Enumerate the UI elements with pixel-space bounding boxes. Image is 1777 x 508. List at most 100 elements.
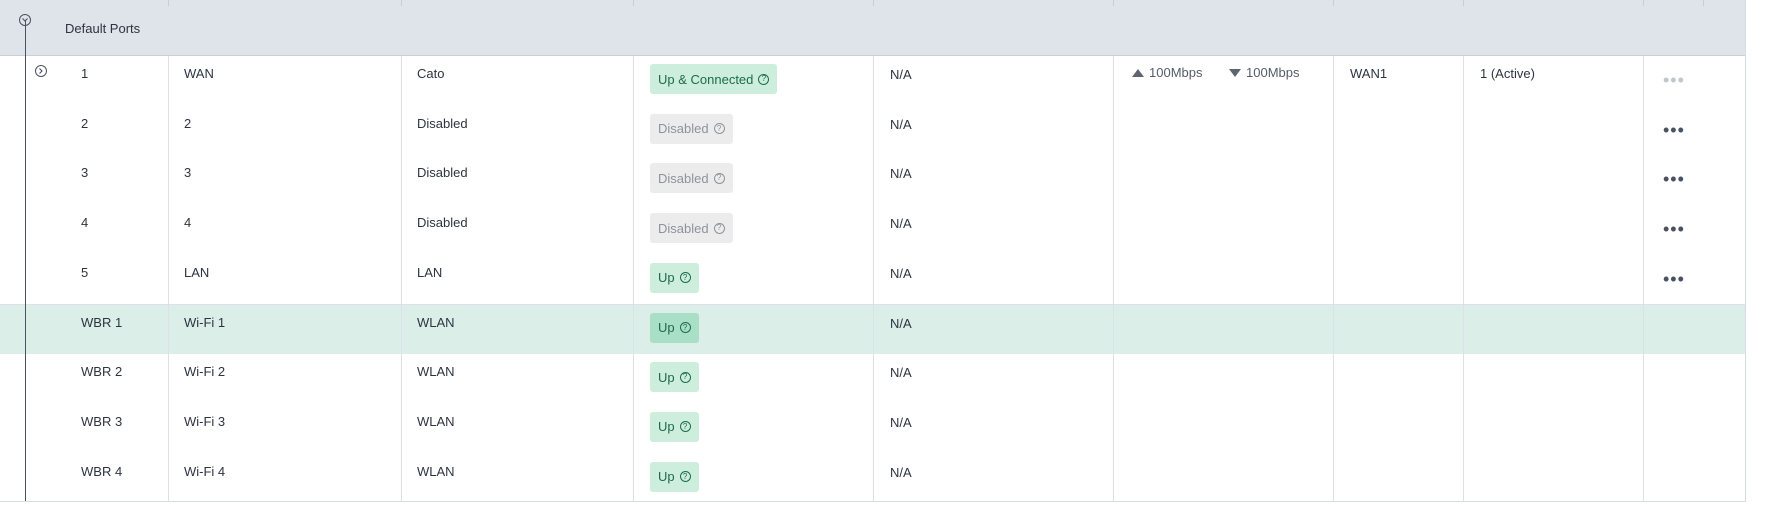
connection-info: N/A (890, 464, 912, 480)
column-divider (1113, 56, 1114, 106)
wan-interface: WAN1 (1350, 66, 1388, 81)
port-id: WBR 3 (81, 413, 123, 429)
more-horizontal-icon[interactable]: ••• (1663, 220, 1685, 238)
question-circle-icon[interactable]: ? (758, 73, 770, 85)
table-row[interactable]: WBR 1 Wi-Fi 1 WLAN Up? N/A (0, 304, 1745, 356)
status-label: Disabled (658, 121, 709, 137)
status-label: Up (658, 469, 675, 485)
status-badge: Disabled? (650, 163, 733, 194)
group-title: Default Ports (65, 21, 141, 36)
question-circle-icon[interactable]: ? (713, 222, 725, 234)
port-id: WBR 4 (81, 463, 123, 479)
column-divider (168, 354, 169, 404)
column-divider (633, 304, 634, 355)
column-divider (1463, 105, 1464, 156)
column-divider (1113, 254, 1114, 305)
column-divider (401, 254, 402, 305)
port-type: WLAN (417, 463, 455, 479)
column-divider (1113, 403, 1114, 454)
question-circle-icon[interactable]: ? (713, 123, 725, 135)
table-row[interactable]: 2 2 Disabled Disabled? N/A ••• (0, 105, 1745, 157)
connection-info: N/A (890, 365, 912, 381)
table-row[interactable]: 3 3 Disabled Disabled? N/A ••• (0, 155, 1745, 207)
column-divider (633, 453, 634, 501)
status-label: Up & Connected (658, 71, 754, 87)
question-circle-icon[interactable]: ? (713, 172, 725, 184)
column-divider (168, 254, 169, 305)
table-row[interactable]: 4 4 Disabled Disabled? N/A ••• (0, 205, 1745, 256)
column-divider (633, 155, 634, 206)
column-divider (168, 403, 169, 454)
column-divider (1113, 354, 1114, 404)
column-divider (401, 453, 402, 501)
port-type: WLAN (417, 413, 455, 429)
column-divider (401, 304, 402, 355)
port-name: 4 (184, 215, 192, 231)
port-type: WLAN (417, 364, 455, 380)
port-type: Disabled (417, 215, 468, 231)
column-divider (1463, 205, 1464, 255)
status-label: Up (658, 320, 675, 335)
column-divider (401, 403, 402, 454)
column-divider (1463, 56, 1464, 106)
column-divider (1643, 453, 1644, 501)
connection-info: N/A (890, 166, 912, 182)
table-row[interactable]: 1 WAN Cato Up & Connected? N/A 100Mbps 100Mbps… (0, 56, 1745, 107)
column-divider (633, 354, 634, 404)
more-horizontal-icon[interactable]: ••• (1663, 121, 1685, 139)
column-divider (633, 205, 634, 255)
table-row[interactable]: WBR 3 Wi-Fi 3 WLAN Up? N/A (0, 403, 1745, 455)
port-type: Disabled (417, 165, 468, 181)
column-divider (873, 304, 874, 355)
column-divider (873, 155, 874, 206)
column-divider (401, 354, 402, 404)
table-row[interactable]: 5 LAN LAN Up? N/A ••• (0, 254, 1745, 306)
column-divider (633, 254, 634, 305)
chevron-right-circle-icon[interactable] (35, 65, 47, 77)
column-divider (1643, 155, 1644, 206)
column-divider (1333, 254, 1334, 305)
column-divider (873, 354, 874, 404)
download-speed-value: 100Mbps (1246, 65, 1300, 80)
question-circle-icon[interactable]: ? (679, 471, 691, 483)
column-divider (1333, 56, 1334, 106)
column-divider (1643, 403, 1644, 454)
column-divider (168, 205, 169, 255)
more-horizontal-icon[interactable]: ••• (1663, 71, 1685, 89)
column-divider (1113, 205, 1114, 255)
column-divider (633, 56, 634, 106)
port-name: Wi-Fi 1 (184, 314, 226, 330)
column-divider (1333, 354, 1334, 404)
status-badge: Up? (650, 262, 699, 293)
port-name: 3 (184, 165, 192, 181)
column-divider (1333, 304, 1334, 355)
column-divider (1333, 453, 1334, 501)
column-divider (401, 56, 402, 106)
more-horizontal-icon[interactable]: ••• (1663, 270, 1685, 288)
port-name: WAN (184, 66, 214, 81)
column-divider (401, 155, 402, 206)
port-id: 4 (81, 215, 89, 231)
status-label: Up (658, 419, 675, 435)
table-row[interactable]: WBR 4 Wi-Fi 4 WLAN Up? N/A (0, 453, 1745, 501)
question-circle-icon[interactable]: ? (679, 322, 691, 333)
column-divider (168, 56, 169, 106)
status-label: Disabled (658, 220, 709, 236)
port-name: Wi-Fi 4 (184, 463, 226, 479)
triangle-up-icon (1132, 68, 1144, 77)
column-divider (1463, 403, 1464, 454)
question-circle-icon[interactable]: ? (679, 421, 691, 433)
column-divider (873, 453, 874, 501)
table-row[interactable]: WBR 2 Wi-Fi 2 WLAN Up? N/A (0, 354, 1745, 405)
connection-info: N/A (890, 315, 912, 331)
download-speed: 100Mbps (1229, 65, 1299, 80)
page-margin (1746, 0, 1777, 508)
status-badge: Disabled? (650, 113, 733, 144)
more-horizontal-icon[interactable]: ••• (1663, 170, 1685, 188)
group-header-row[interactable]: Default Ports (0, 6, 1745, 56)
column-divider (1333, 403, 1334, 454)
question-circle-icon[interactable]: ? (679, 371, 691, 383)
column-divider (1463, 453, 1464, 501)
column-divider (873, 403, 874, 454)
question-circle-icon[interactable]: ? (679, 272, 691, 284)
